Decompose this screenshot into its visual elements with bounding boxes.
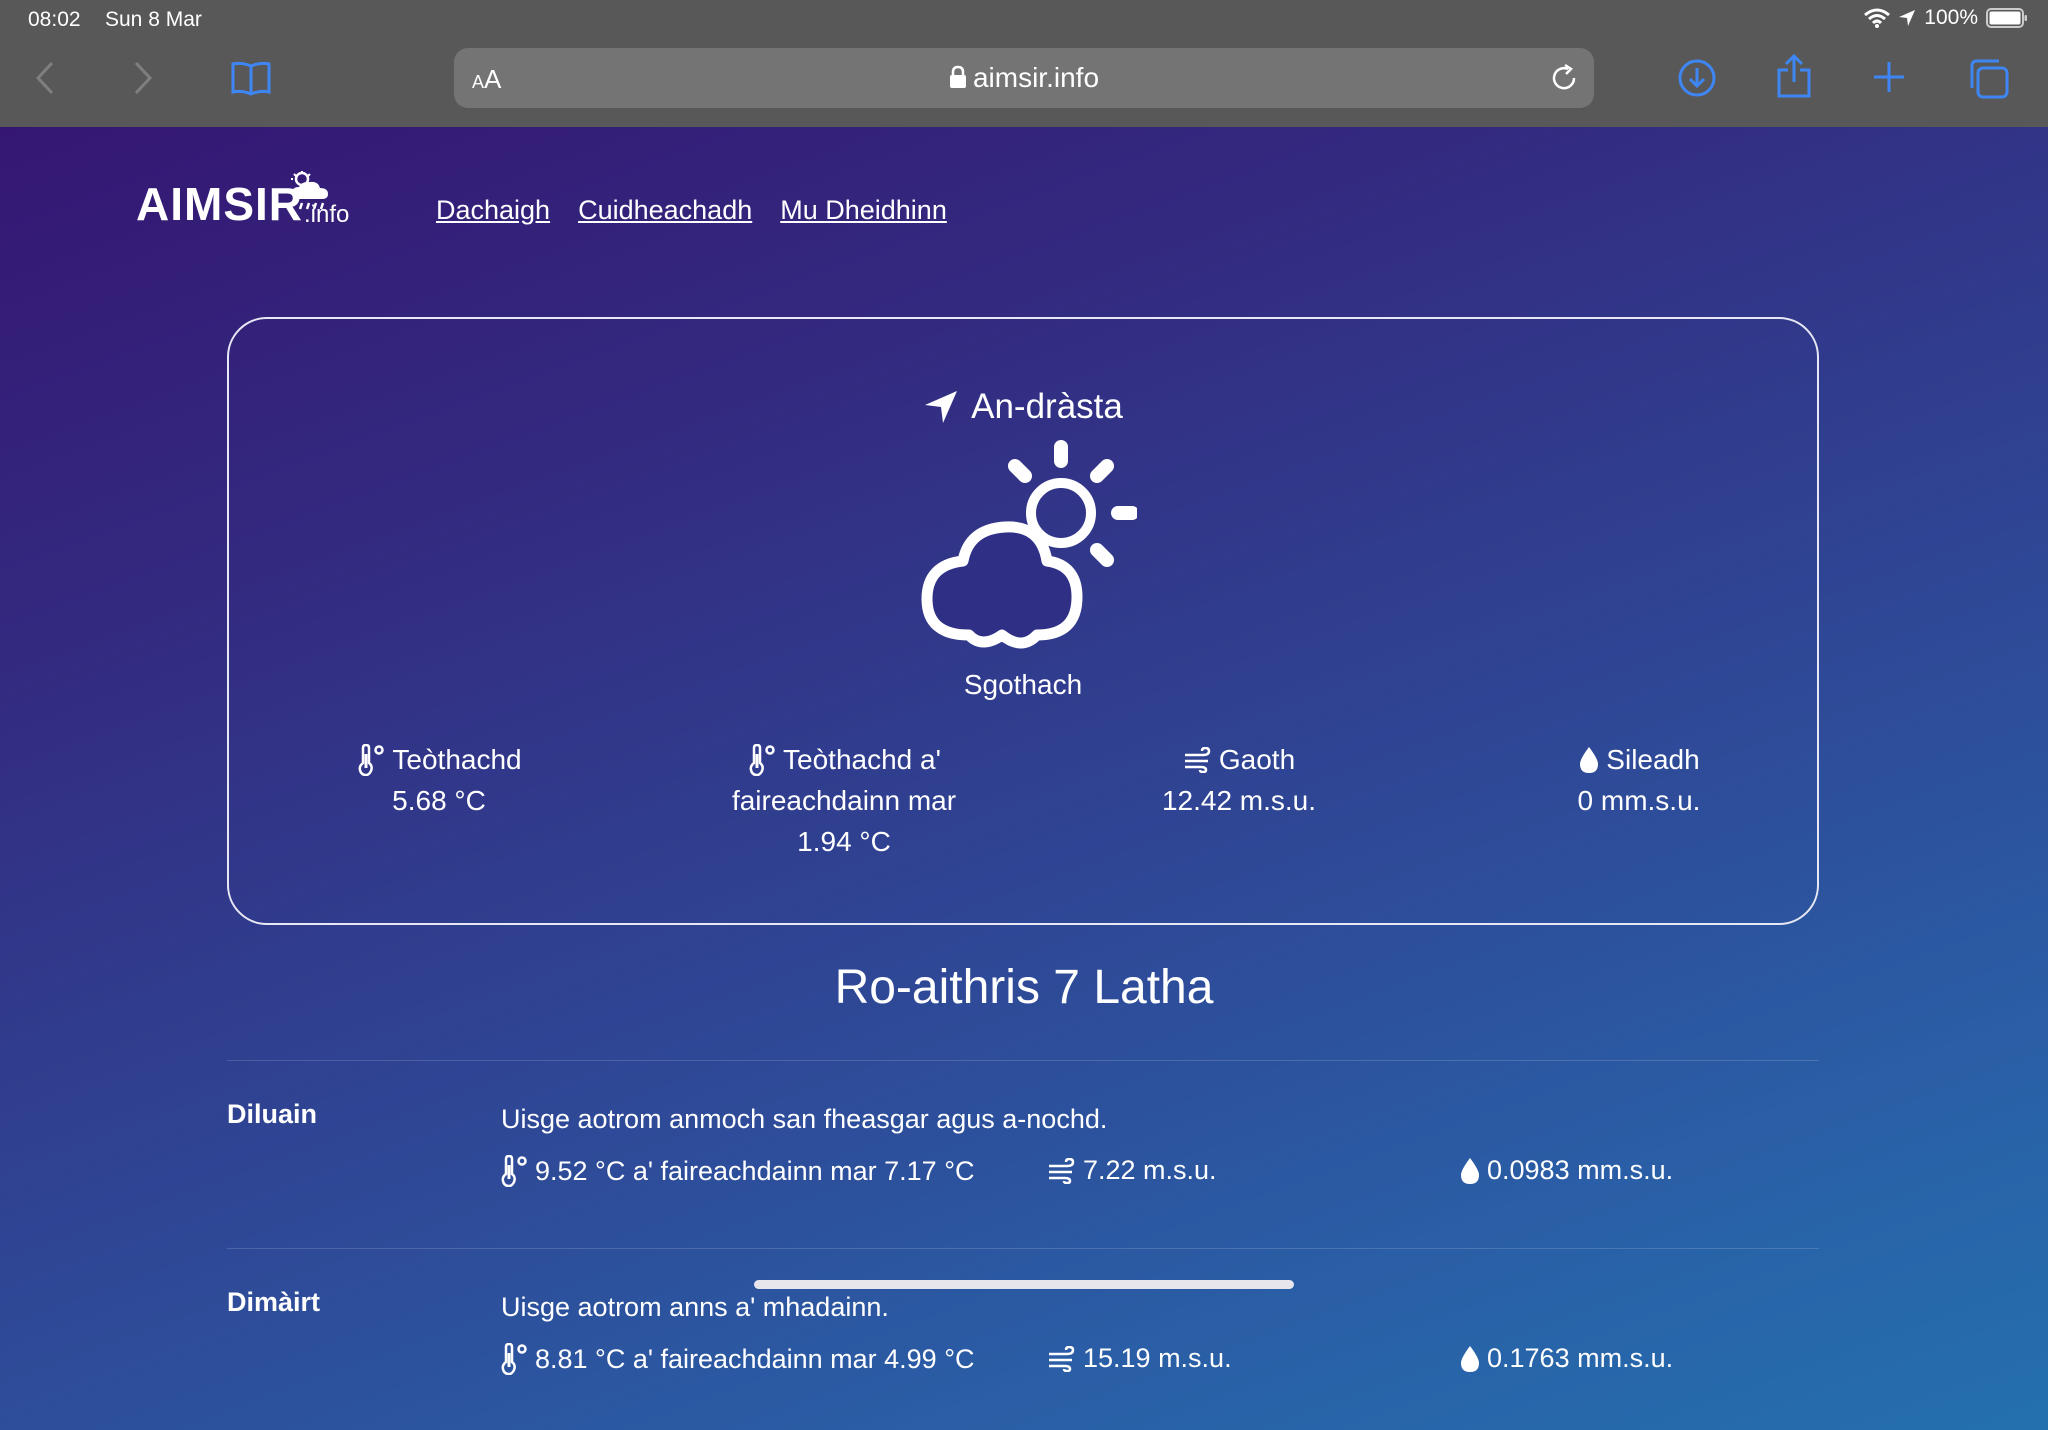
forecast-wind-text: 7.22 m.s.u.	[1083, 1155, 1217, 1185]
current-condition: Sgothach	[963, 669, 1083, 700]
partly-cloudy-icon	[921, 440, 1137, 649]
site-logo[interactable]: AIMSIR .info	[136, 171, 349, 231]
forecast-wind-text: 15.19 m.s.u.	[1083, 1343, 1232, 1373]
tabs-overview-icon	[1970, 59, 2009, 99]
lock-icon	[949, 65, 966, 88]
back-button[interactable]	[34, 60, 56, 96]
wind-value: 12.42 m.s.u.	[1161, 785, 1317, 816]
forecast-rain: 0.0983 mm.s.u.	[1459, 1155, 1673, 1186]
forecast-wind: 7.22 m.s.u.	[1047, 1155, 1217, 1186]
temp-value: 5.68 °C	[392, 785, 486, 816]
forecast-description: Uisge aotrom anns a' mhadainn.	[501, 1292, 889, 1322]
forecast-title: Ro-aithris 7 Latha	[834, 961, 1214, 1014]
logo-text: AIMSIR	[136, 178, 303, 230]
forecast-temperature: 8.81 °C a' faireachdainn mar 4.99 °C	[499, 1343, 975, 1375]
wind-label: Gaoth	[1218, 744, 1296, 775]
feels-value: 1.94 °C	[797, 826, 891, 857]
rain-label: Sileadh	[1606, 744, 1700, 775]
share-icon	[1777, 54, 1811, 98]
droplet-icon	[1580, 746, 1599, 773]
main-nav: Dachaigh Cuidheachadh Mu Dheidhinn	[436, 195, 947, 226]
forecast-rain-text: 0.1763 mm.s.u.	[1487, 1343, 1674, 1373]
reload-button[interactable]	[1548, 62, 1580, 99]
battery-icon	[1986, 8, 2027, 28]
stat-precipitation: Sileadh 0 mm.s.u.	[1529, 739, 1749, 821]
plus-icon	[1874, 62, 1904, 92]
cloud-rain-sun-icon	[291, 171, 328, 210]
thermometer-icon	[501, 1155, 527, 1187]
stat-feels-like: Teòthachd a' faireachdainn mar 1.94 °C	[699, 739, 989, 862]
share-button[interactable]	[1776, 54, 1812, 98]
stat-temperature: Teòthachd 5.68 °C	[334, 739, 544, 821]
tabs-button[interactable]	[1968, 58, 2010, 100]
status-time: 08:02	[28, 8, 81, 31]
current-title-text: An-dràsta	[971, 387, 1123, 426]
chevron-right-icon	[134, 61, 153, 95]
thermometer-icon	[358, 743, 385, 776]
nav-link-home[interactable]: Dachaigh	[436, 195, 550, 226]
wifi-icon	[1864, 8, 1891, 28]
url-text: aimsir.info	[972, 62, 1100, 93]
forecast-rain-text: 0.0983 mm.s.u.	[1487, 1155, 1674, 1185]
downloads-button[interactable]	[1677, 58, 1717, 98]
thermometer-icon	[501, 1343, 527, 1375]
feels-label-line2: faireachdainn mar	[731, 785, 957, 816]
new-tab-button[interactable]	[1872, 60, 1906, 94]
forecast-day: Dimàirt	[227, 1287, 321, 1317]
forecast-temp-text: 8.81 °C a' faireachdainn mar 4.99 °C	[535, 1343, 975, 1374]
bookmarks-button[interactable]	[230, 60, 272, 96]
nav-link-help[interactable]: Cuidheachadh	[578, 195, 752, 226]
weather-page: AIMSIR .info Dachaigh Cuidheachadh Mu Dh…	[0, 127, 2048, 1430]
chevron-left-icon	[35, 61, 54, 95]
browser-chrome: 08:02 Sun 8 Mar 100% AA aimsir.info	[0, 0, 2048, 127]
location-arrow-icon	[925, 391, 958, 423]
download-circle-icon	[1678, 59, 1716, 97]
droplet-icon	[1461, 1345, 1479, 1372]
location-arrow-icon	[1899, 10, 1916, 26]
reload-icon	[1552, 63, 1576, 90]
forecast-row: Diluain Uisge aotrom anmoch san fheasgar…	[227, 1060, 1819, 1249]
book-icon	[231, 61, 271, 96]
wind-icon	[1049, 1345, 1075, 1372]
stat-wind: Gaoth 12.42 m.s.u.	[1129, 739, 1349, 821]
status-date: Sun 8 Mar	[105, 8, 202, 31]
current-weather-card: An-dràsta Sgothach Teòthachd 5.68 °C Teò…	[227, 317, 1819, 925]
thermometer-icon	[749, 743, 775, 776]
status-indicators: 100%	[1864, 6, 2028, 30]
url-display: aimsir.info	[454, 62, 1594, 94]
forecast-wind: 15.19 m.s.u.	[1047, 1343, 1232, 1374]
rain-value: 0 mm.s.u.	[1577, 785, 1701, 816]
forecast-description: Uisge aotrom anmoch san fheasgar agus a-…	[501, 1104, 1108, 1134]
forecast-temperature: 9.52 °C a' faireachdainn mar 7.17 °C	[499, 1155, 975, 1187]
forecast-row: Dimàirt Uisge aotrom anns a' mhadainn. 8…	[227, 1248, 1819, 1430]
home-indicator[interactable]	[754, 1280, 1294, 1289]
forward-button[interactable]	[132, 60, 154, 96]
battery-percent: 100%	[1924, 6, 1978, 29]
forecast-day: Diluain	[227, 1099, 318, 1129]
current-weather-title: An-dràsta	[229, 387, 1817, 427]
forecast-temp-text: 9.52 °C a' faireachdainn mar 7.17 °C	[535, 1155, 975, 1186]
droplet-icon	[1461, 1157, 1479, 1184]
temp-label: Teòthachd	[392, 744, 522, 775]
feels-label-line1: Teòthachd a'	[783, 744, 941, 775]
nav-link-about[interactable]: Mu Dheidhinn	[780, 195, 947, 226]
wind-icon	[1184, 746, 1211, 773]
wind-icon	[1049, 1157, 1075, 1184]
forecast-rain: 0.1763 mm.s.u.	[1459, 1343, 1673, 1374]
address-bar[interactable]: AA aimsir.info	[454, 48, 1594, 108]
